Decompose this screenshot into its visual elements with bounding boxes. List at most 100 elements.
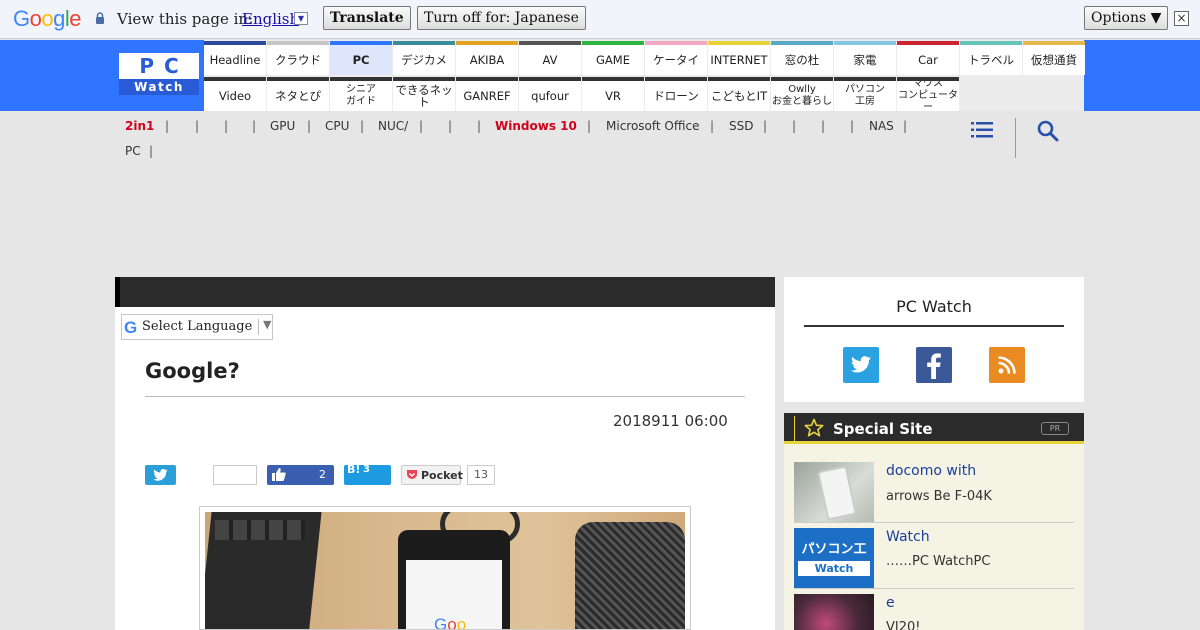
special-site-thumbnail: [794, 462, 874, 522]
rss-follow-button[interactable]: [989, 347, 1025, 383]
nav-item-label: ケータイ: [653, 52, 699, 67]
category-nav: Headline クラウド PC デジカメ AKIBA AV GAME ケータイ INTERNE…: [204, 40, 1085, 113]
nav-item-color-bar: [330, 41, 392, 45]
nav-item[interactable]: マウス コンピューター: [897, 77, 959, 113]
dropdown-arrow-icon: ▼: [263, 318, 272, 331]
subnav-item-pc[interactable]: PC: [125, 144, 141, 158]
special-site-item-title: e: [886, 595, 895, 611]
nav-item[interactable]: こどもとIT: [708, 77, 770, 111]
facebook-share-button[interactable]: [327, 465, 333, 485]
hatena-bookmark-button[interactable]: B! 3: [344, 463, 391, 485]
nav-item-color-bar: [267, 77, 329, 81]
nav-item[interactable]: クラウド: [267, 41, 329, 75]
nav-item-color-bar: [834, 41, 896, 45]
pocket-icon: [407, 470, 417, 479]
nav-item-color-bar: [267, 41, 329, 45]
nav-item-label: VR: [605, 88, 621, 103]
twitter-follow-button[interactable]: [843, 347, 879, 383]
subnav-item-office[interactable]: Microsoft Office: [606, 119, 699, 133]
nav-item[interactable]: 仮想通貨: [1023, 41, 1085, 75]
nav-item-color-bar: [771, 77, 833, 81]
nav-item-color-bar: [456, 77, 518, 81]
nav-item-color-bar: [519, 41, 581, 45]
nav-item[interactable]: Car: [897, 41, 959, 75]
nav-item-label: 家電: [853, 52, 877, 67]
nav-item[interactable]: Video: [204, 77, 266, 111]
nav-item[interactable]: ケータイ: [645, 41, 707, 75]
nav-item-label: できるネット: [395, 82, 453, 109]
nav-item-label: ネタとぴ: [275, 88, 321, 103]
nav-item[interactable]: ネタとぴ: [267, 77, 329, 111]
nav-item[interactable]: AV: [519, 41, 581, 75]
options-button[interactable]: Options ▼: [1084, 6, 1169, 30]
nav-item[interactable]: パソコン 工房: [834, 77, 896, 111]
twitter-share-button[interactable]: [145, 465, 176, 485]
site-logo[interactable]: PC Watch: [119, 53, 199, 95]
language-dropdown-icon[interactable]: ▼: [294, 12, 308, 25]
nav-item-label: GANREF: [463, 88, 511, 103]
search-icon[interactable]: [1037, 120, 1059, 142]
nav-item[interactable]: できるネット: [393, 77, 455, 111]
nav-item[interactable]: INTERNET: [708, 41, 770, 75]
close-icon[interactable]: ×: [1174, 11, 1189, 26]
pocket-count: 13: [467, 465, 495, 485]
nav-item[interactable]: AKIBA: [456, 41, 518, 75]
nav-item-label: AV: [542, 52, 558, 67]
language-select[interactable]: G Select Language ▼: [121, 314, 273, 340]
nav-item-color-bar: [204, 41, 266, 45]
nav-item[interactable]: 窓の杜: [771, 41, 833, 75]
nav-item[interactable]: GAME: [582, 41, 644, 75]
special-site-item-subtitle: VI20!: [886, 620, 921, 630]
nav-item-color-bar: [519, 77, 581, 81]
pocket-button[interactable]: Pocket: [401, 465, 463, 485]
nav-item[interactable]: デジカメ: [393, 41, 455, 75]
nav-item[interactable]: シニア ガイド: [330, 77, 392, 111]
nav-item-label: qufour: [531, 88, 569, 103]
subnav-item-cpu[interactable]: CPU: [325, 119, 349, 133]
nav-item-color-bar: [708, 41, 770, 45]
view-page-label: View this page in:: [117, 10, 254, 28]
subnav-item-windows10[interactable]: Windows 10: [495, 119, 577, 133]
nav-item-color-bar: [330, 77, 392, 81]
nav-item-color-bar: [897, 41, 959, 45]
nav-item[interactable]: VR: [582, 77, 644, 111]
nav-item-label: PC: [352, 52, 370, 67]
nav-item-label: シニア ガイド: [346, 83, 376, 107]
rss-icon: [998, 356, 1016, 374]
google-g-icon: G: [124, 318, 138, 337]
subnav-item-gpu[interactable]: GPU: [270, 119, 295, 133]
nav-item[interactable]: トラベル: [960, 41, 1022, 75]
nav-item-label: Car: [918, 52, 938, 67]
nav-item[interactable]: 家電: [834, 41, 896, 75]
nav-item-label: ドローン: [653, 88, 699, 103]
nav-item[interactable]: ドローン: [645, 77, 707, 111]
social-box-title: PC Watch: [896, 297, 972, 316]
subnav-item-nas[interactable]: NAS: [869, 119, 894, 133]
article-header-bar: [115, 277, 775, 307]
nav-item-color-bar: [1023, 41, 1085, 45]
nav-item-color-bar: [645, 41, 707, 45]
subnav-item-ssd[interactable]: SSD: [729, 119, 753, 133]
nav-item-label: AKIBA: [469, 52, 505, 67]
translate-button[interactable]: Translate: [323, 6, 411, 30]
nav-item[interactable]: PC: [330, 41, 392, 75]
special-site-item-subtitle: arrows Be F-04K: [886, 489, 992, 504]
special-site-item-title: docomo with: [886, 463, 977, 479]
nav-item-color-bar: [582, 41, 644, 45]
subnav-item-nuc[interactable]: NUC/: [378, 119, 408, 133]
facebook-follow-button[interactable]: [916, 347, 952, 383]
language-link[interactable]: English: [242, 10, 299, 28]
google-logo: Google: [13, 6, 82, 31]
menu-icon[interactable]: [971, 121, 993, 139]
nav-item[interactable]: qufour: [519, 77, 581, 111]
nav-item-label: トラベル: [968, 52, 1014, 67]
nav-item[interactable]: GANREF: [456, 77, 518, 111]
turn-off-button[interactable]: Turn off for: Japanese: [417, 6, 586, 30]
twitter-count-bubble: [213, 465, 257, 485]
nav-item-label: 仮想通貨: [1031, 52, 1077, 67]
nav-item[interactable]: Owlly お金と暮らし: [771, 77, 833, 111]
subnav-item-2in1[interactable]: 2in1: [125, 119, 154, 133]
nav-item[interactable]: Headline: [204, 41, 266, 75]
nav-item-label: パソコン 工房: [845, 83, 885, 107]
facebook-like-button[interactable]: 2: [267, 465, 334, 485]
